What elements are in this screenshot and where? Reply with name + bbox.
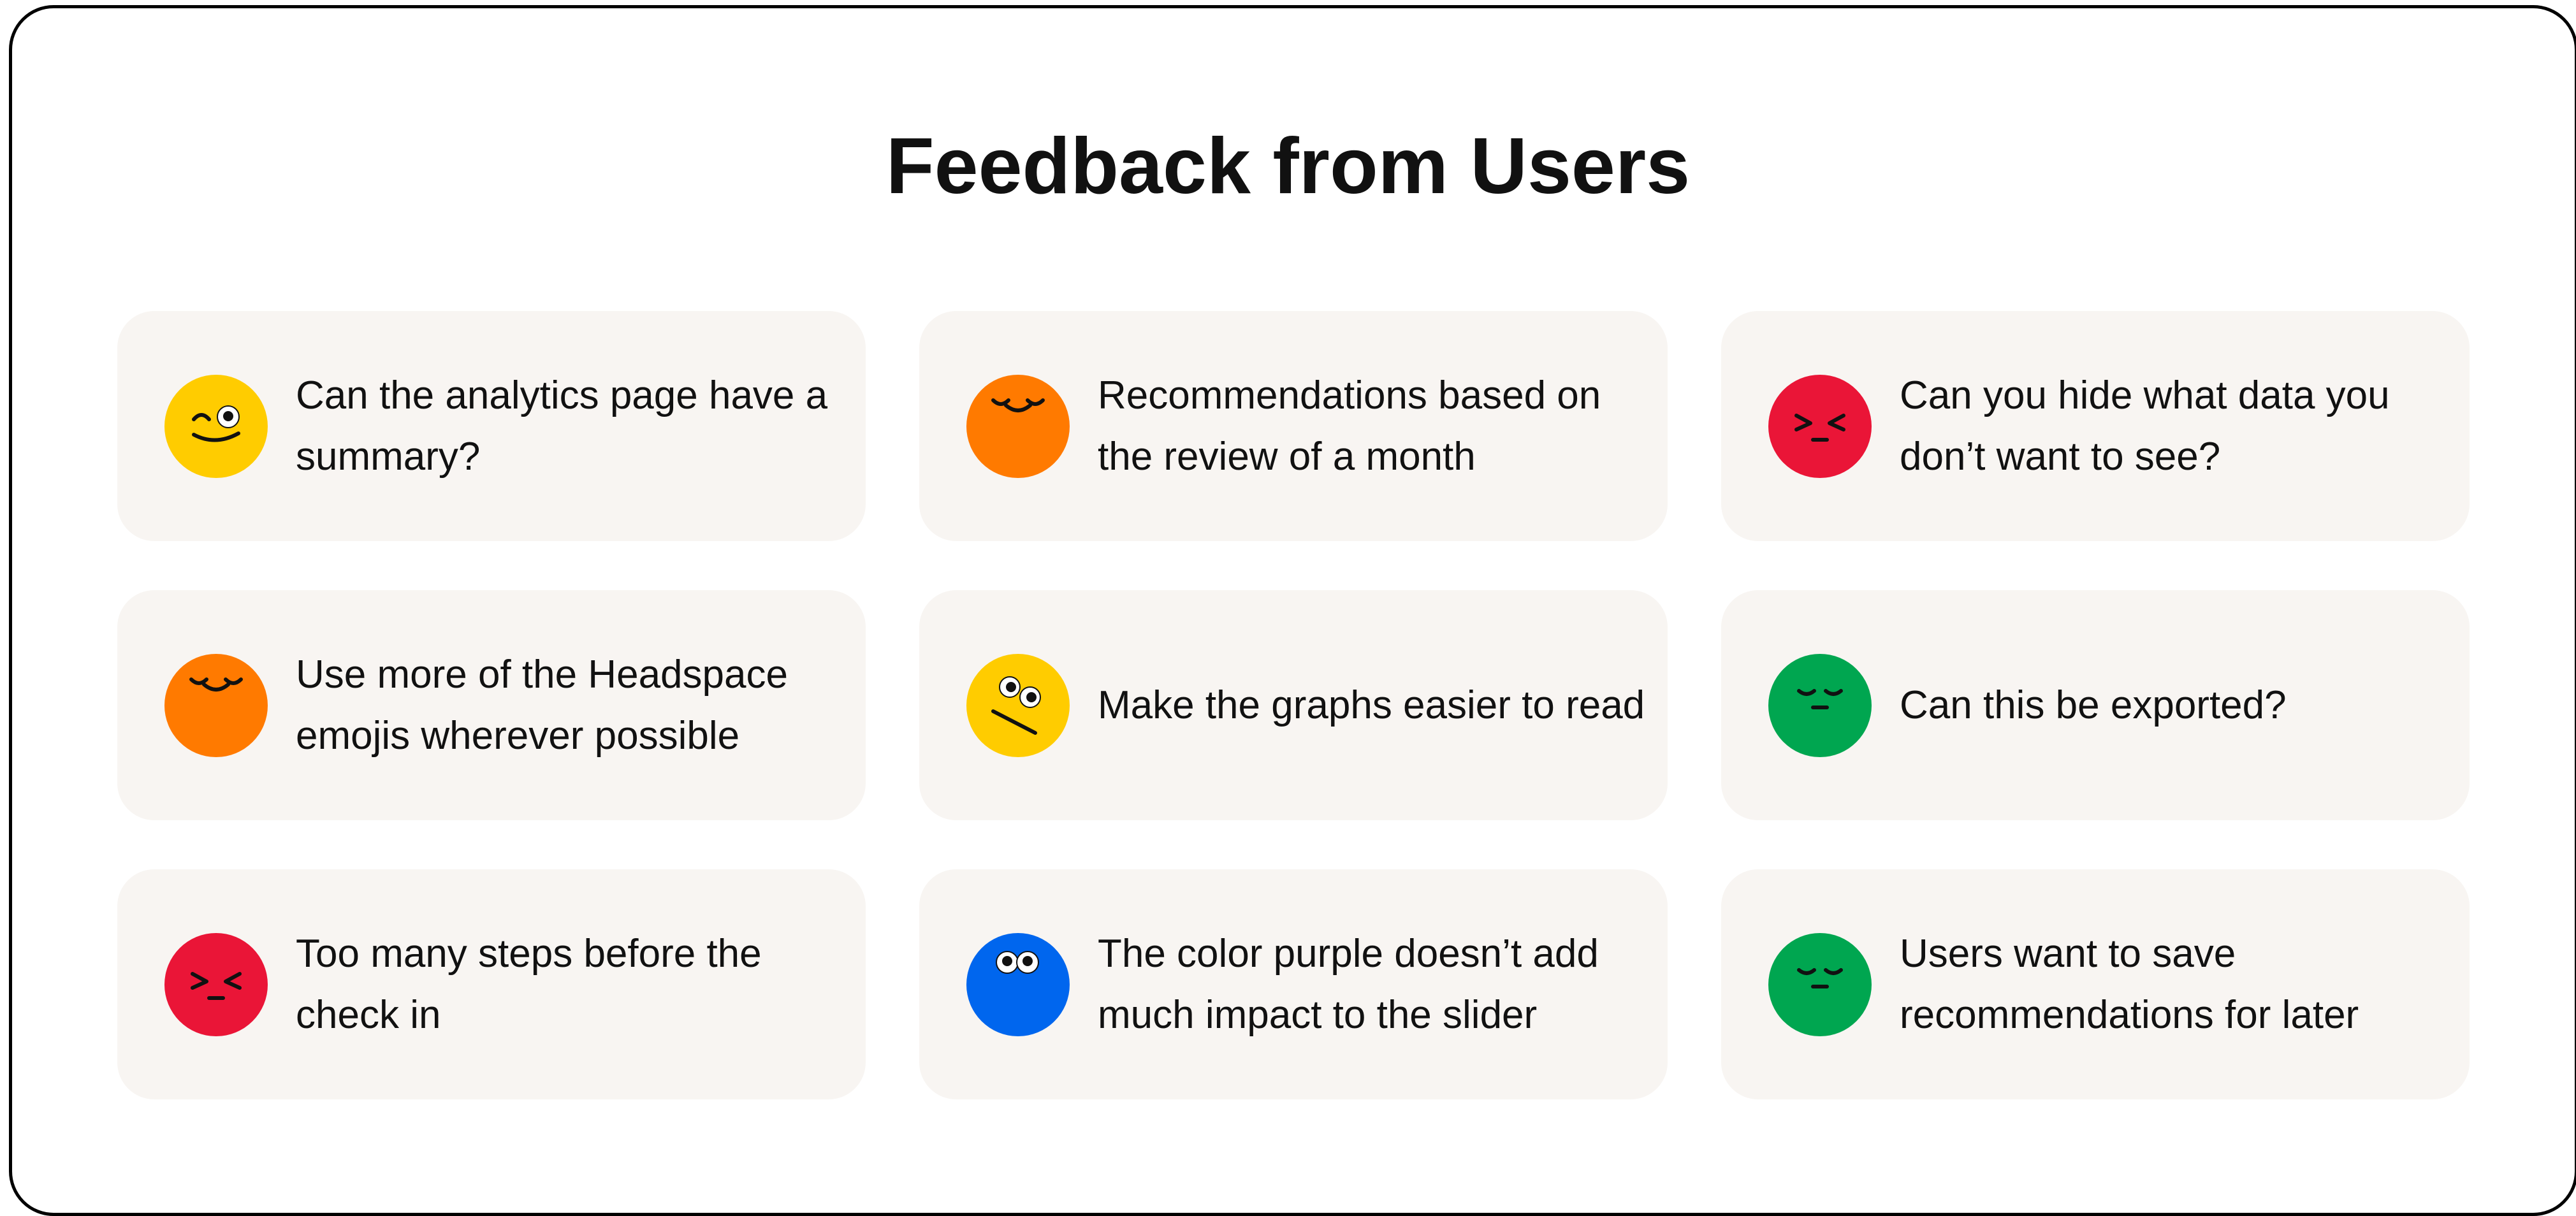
feedback-card: Use more of the Headspace emojis whereve… [117,590,866,820]
feedback-text: Use more of the Headspace emojis whereve… [296,652,788,758]
feedback-card: Can the analytics page have a summary? [117,311,866,541]
feedback-text: Can the analytics page have a summary? [296,373,828,479]
confused-eyes-icon [966,653,1070,757]
feedback-card: Can you hide what data you don’t want to… [1721,311,2470,541]
feedback-card: Users want to save recommendations for l… [1721,869,2470,1099]
feedback-text: Can this be exported? [1900,683,2287,727]
wide-eyes-icon [966,932,1070,1036]
page-title: Feedback from Users [885,122,1691,210]
feedback-card: Too many steps before the check in [117,869,866,1099]
content-closed-eyes-icon [164,653,268,757]
feedback-text: Can you hide what data you don’t want to… [1900,373,2390,479]
feedback-text: Recommendations based on the review of a… [1098,373,1601,479]
feedback-card: Recommendations based on the review of a… [919,311,1668,541]
feedback-card: The color purple doesn’t add much impact… [919,869,1668,1099]
feedback-text: Make the graphs easier to read [1098,683,1645,727]
feedback-text: Users want to save recommendations for l… [1900,931,2359,1037]
calm-closed-eyes-icon [1768,653,1872,757]
squint-frown-icon [164,932,268,1036]
squint-frown-icon [1768,374,1872,478]
feedback-text: The color purple doesn’t add much impact… [1098,931,1599,1037]
feedback-card: Can this be exported? [1721,590,2470,820]
wink-smile-icon [164,374,268,478]
content-closed-eyes-icon [966,374,1070,478]
calm-closed-eyes-icon [1768,932,1872,1036]
feedback-text: Too many steps before the check in [296,931,762,1037]
feedback-card: Make the graphs easier to read [919,590,1668,820]
